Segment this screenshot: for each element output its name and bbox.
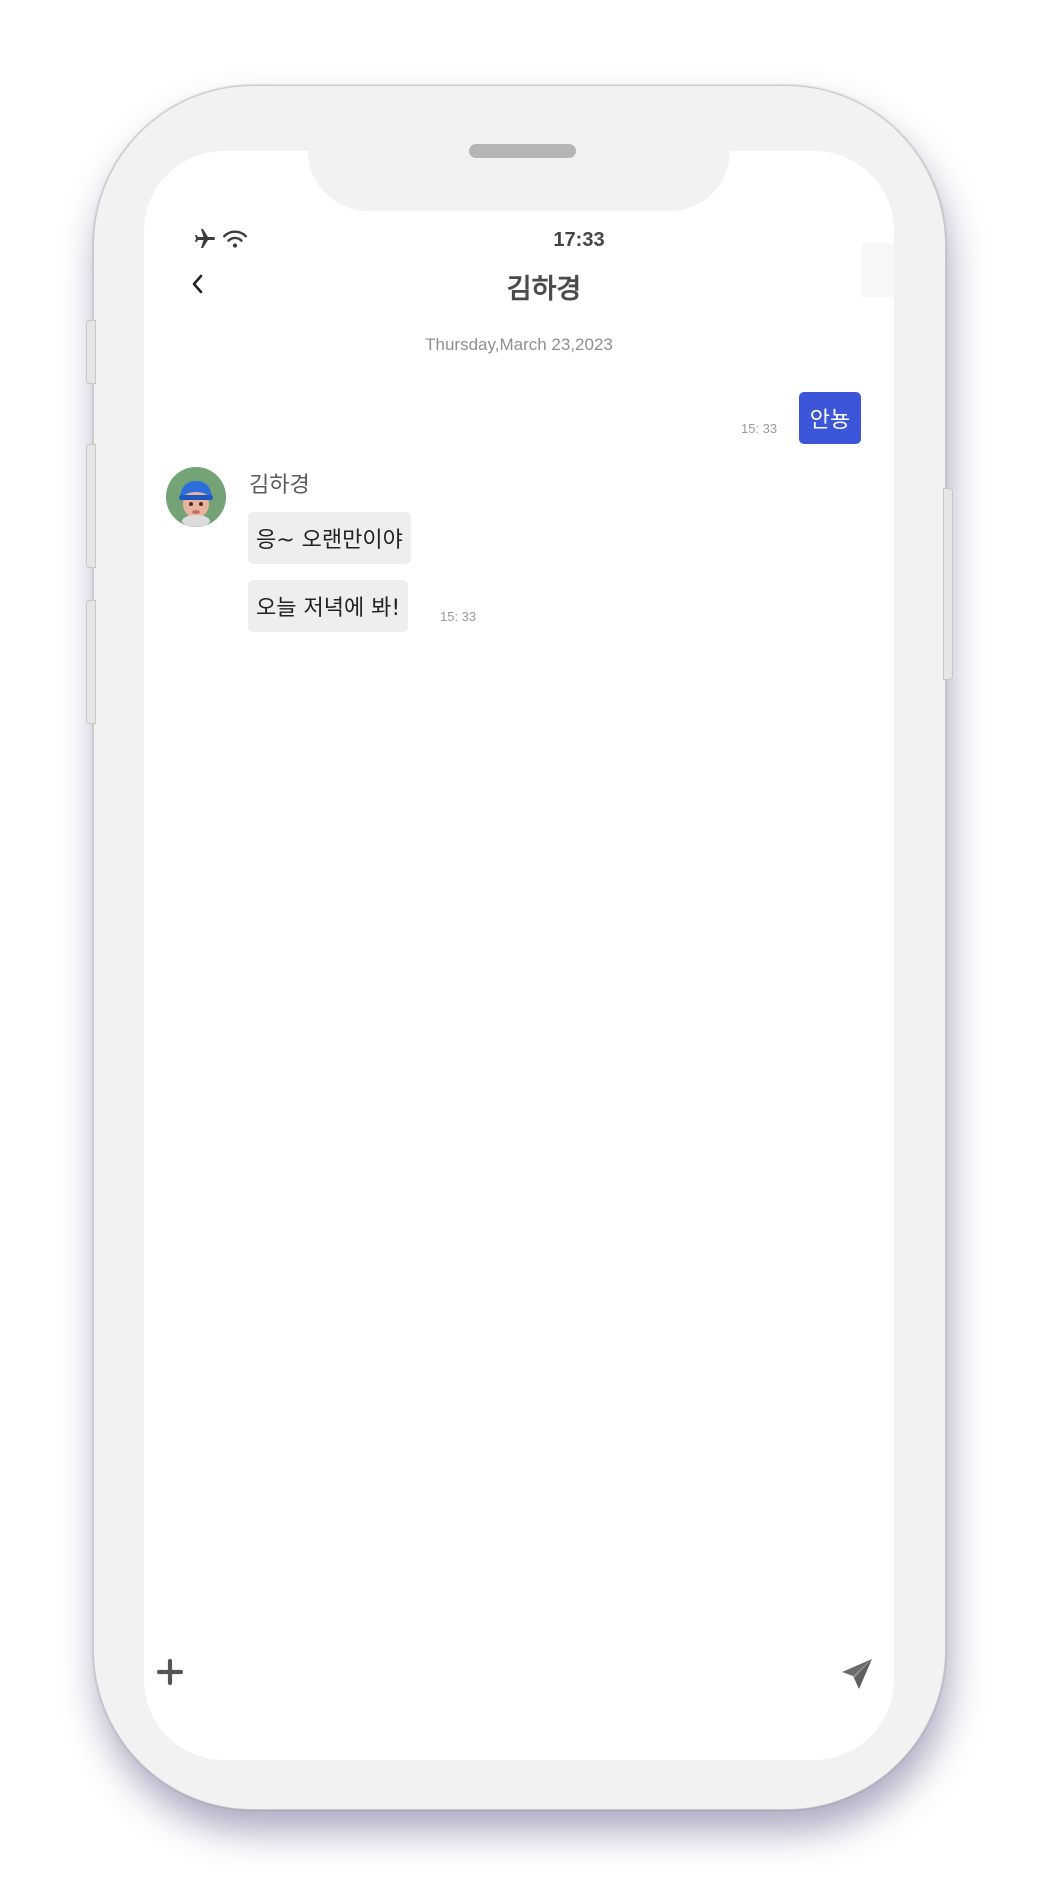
- notch: [308, 151, 730, 211]
- message-text: 응~ 오랜만이야: [256, 528, 403, 553]
- speaker-grille: [469, 144, 576, 158]
- send-icon: [842, 1659, 872, 1689]
- wifi-icon: [222, 230, 248, 248]
- plus-icon: [156, 1658, 184, 1686]
- volume-up-button: [86, 444, 96, 568]
- message-time: 15: 33: [741, 421, 778, 436]
- message-text: 오늘 저녁에 봐!: [256, 596, 401, 621]
- chat-title: 김하경: [506, 274, 582, 305]
- volume-down-button: [86, 600, 96, 724]
- date-separator: Thursday,March 23,2023: [425, 335, 613, 354]
- message-text: 안뇽: [809, 408, 851, 433]
- airplane-icon: [195, 229, 215, 248]
- silent-switch: [86, 320, 96, 384]
- status-icons: [191, 227, 248, 251]
- sender-name: 김하경: [249, 473, 310, 498]
- message-bubble-mine[interactable]: 안뇽: [799, 392, 861, 444]
- message-bubble-other[interactable]: 응~ 오랜만이야: [248, 512, 411, 564]
- header-menu-area[interactable]: [862, 243, 894, 297]
- avatar-icon: [166, 467, 226, 527]
- avatar[interactable]: [166, 467, 226, 527]
- back-button[interactable]: [184, 268, 212, 300]
- send-button[interactable]: [840, 1657, 874, 1691]
- attach-button[interactable]: [154, 1656, 186, 1688]
- message-bubble-other[interactable]: 오늘 저녁에 봐!: [248, 580, 409, 632]
- phone-screen: 17:33 김하경 Thursday,March 23,2023 15: 33 …: [144, 151, 894, 1760]
- chevron-left-icon: [192, 274, 203, 294]
- message-time: 15: 33: [440, 609, 477, 624]
- power-button: [943, 488, 953, 680]
- status-time: 17:33: [553, 229, 605, 251]
